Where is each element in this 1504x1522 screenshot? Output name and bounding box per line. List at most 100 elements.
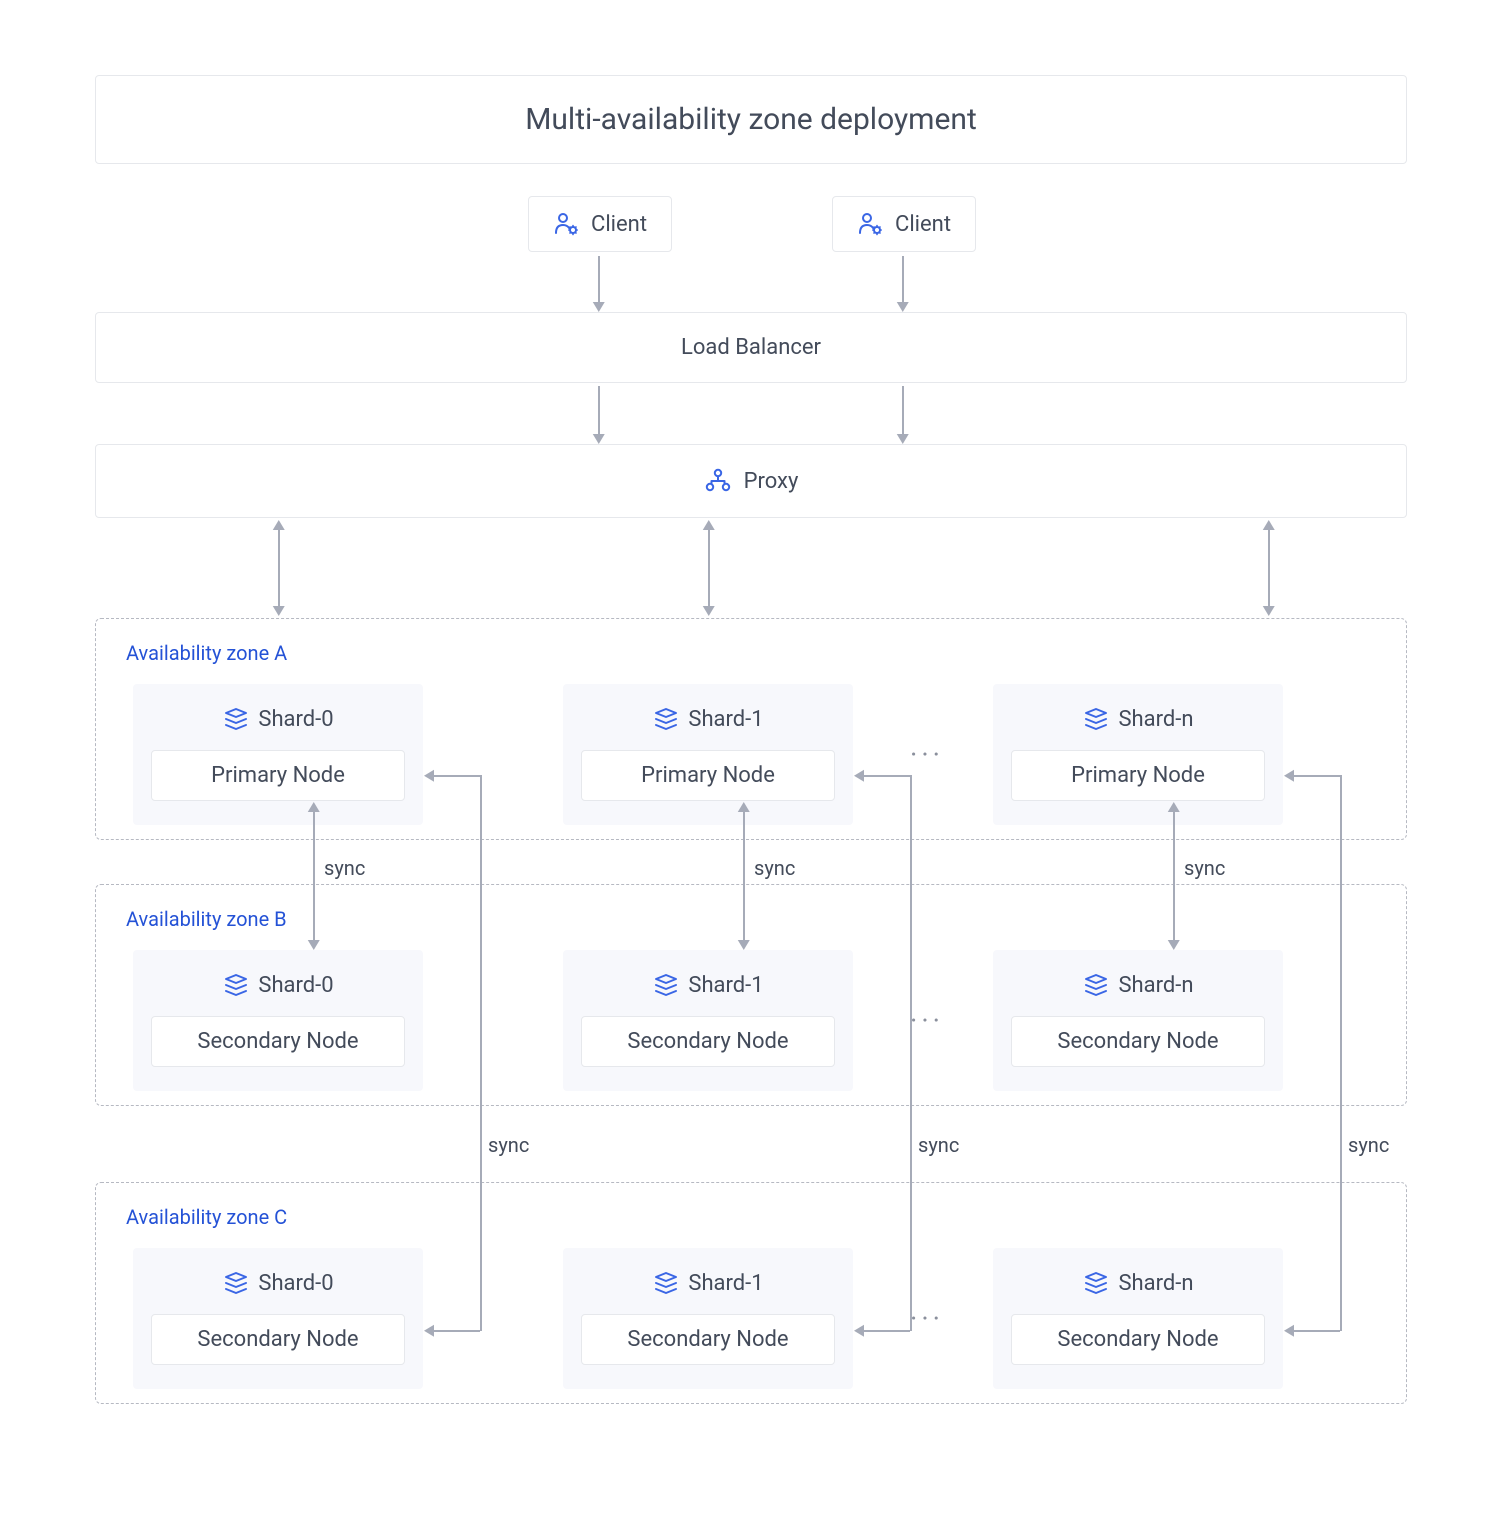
zone-a-shard-0: Shard-0 Primary Node [133,684,423,825]
shard-icon [652,706,678,732]
shard-icon [1082,972,1108,998]
load-balancer-box: Load Balancer [95,312,1407,383]
arrow-head-down-icon [1168,940,1180,950]
shard-label: Shard-0 [258,973,333,998]
node-role-label: Secondary Node [197,1327,358,1352]
shard-icon [652,1270,678,1296]
primary-node-card: Primary Node [1011,750,1265,801]
sync-label: sync [754,856,795,880]
primary-node-card: Primary Node [151,750,405,801]
arrow-head-up-icon [308,802,320,812]
proxy-icon [704,467,732,495]
arrow-line [313,810,315,942]
zone-b-shard-0: Shard-0 Secondary Node [133,950,423,1091]
shard-label: Shard-n [1118,707,1193,732]
arrow-head-left-icon [424,770,434,782]
arrow-head-left-icon [1284,770,1294,782]
node-role-label: Primary Node [211,763,345,788]
zone-c-shard-1: Shard-1 Secondary Node [563,1248,853,1389]
sync-label: sync [1184,856,1225,880]
secondary-node-card: Secondary Node [1011,1314,1265,1365]
arrow-line [432,775,480,777]
shard-label: Shard-1 [688,1271,763,1296]
shard-label: Shard-n [1118,973,1193,998]
client-box-1: Client [528,196,672,252]
node-role-label: Secondary Node [1057,1029,1218,1054]
zone-c-shard-0: Shard-0 Secondary Node [133,1248,423,1389]
ellipsis-icon: ··· [910,738,944,771]
arrow-line [743,810,745,942]
shard-label: Shard-n [1118,1271,1193,1296]
arrow-line [902,256,904,304]
arrow-line [1340,775,1342,1331]
proxy-box: Proxy [95,444,1407,518]
arrow-head-down-icon [738,940,750,950]
arrow-line [1292,775,1340,777]
arrow-head-up-icon [273,520,285,530]
title-banner: Multi-availability zone deployment [95,75,1407,164]
ellipsis-icon: ··· [910,1004,944,1037]
arrow-line [1173,810,1175,942]
sync-label: sync [918,1133,959,1157]
arrow-head-down-icon [897,434,909,444]
arrow-line [1268,528,1270,608]
shard-icon [1082,706,1108,732]
shard-label: Shard-1 [688,707,763,732]
sync-label: sync [488,1133,529,1157]
arrow-head-left-icon [854,770,864,782]
arrow-head-up-icon [1168,802,1180,812]
zone-c-shard-n: Shard-n Secondary Node [993,1248,1283,1389]
arrow-head-up-icon [738,802,750,812]
ellipsis-icon: ··· [910,1302,944,1335]
arrow-head-down-icon [703,606,715,616]
zone-b-shard-n: Shard-n Secondary Node [993,950,1283,1091]
secondary-node-card: Secondary Node [1011,1016,1265,1067]
secondary-node-card: Secondary Node [151,1016,405,1067]
zone-c-label: Availability zone C [126,1205,287,1229]
arrow-head-down-icon [593,434,605,444]
zone-a-shard-n: Shard-n Primary Node [993,684,1283,825]
shard-icon [1082,1270,1108,1296]
secondary-node-card: Secondary Node [151,1314,405,1365]
client-box-2: Client [832,196,976,252]
sync-label: sync [1348,1133,1389,1157]
secondary-node-card: Secondary Node [581,1314,835,1365]
load-balancer-label: Load Balancer [681,335,821,360]
shard-icon [222,972,248,998]
node-role-label: Secondary Node [1057,1327,1218,1352]
arrow-head-down-icon [308,940,320,950]
client-icon [857,211,883,237]
sync-label: sync [324,856,365,880]
zone-b-label: Availability zone B [126,907,287,931]
shard-label: Shard-1 [688,973,763,998]
client-icon [553,211,579,237]
zone-b-shard-1: Shard-1 Secondary Node [563,950,853,1091]
node-role-label: Primary Node [641,763,775,788]
shard-label: Shard-0 [258,1271,333,1296]
shard-icon [222,1270,248,1296]
client-label: Client [895,212,951,237]
client-label: Client [591,212,647,237]
arrow-line [902,386,904,436]
node-role-label: Primary Node [1071,763,1205,788]
secondary-node-card: Secondary Node [581,1016,835,1067]
arrow-head-down-icon [593,302,605,312]
arrow-line [480,775,482,1331]
arrow-line [598,386,600,436]
primary-node-card: Primary Node [581,750,835,801]
arrow-head-left-icon [1284,1325,1294,1337]
node-role-label: Secondary Node [627,1327,788,1352]
node-role-label: Secondary Node [197,1029,358,1054]
arrow-head-up-icon [1263,520,1275,530]
node-role-label: Secondary Node [627,1029,788,1054]
shard-icon [652,972,678,998]
arrow-line [278,528,280,608]
arrow-head-left-icon [424,1325,434,1337]
title-text: Multi-availability zone deployment [525,102,977,137]
arrow-line [708,528,710,608]
arrow-line [432,1330,480,1332]
zone-a-label: Availability zone A [126,641,287,665]
proxy-label: Proxy [744,469,799,494]
arrow-line [910,775,912,1331]
shard-icon [222,706,248,732]
